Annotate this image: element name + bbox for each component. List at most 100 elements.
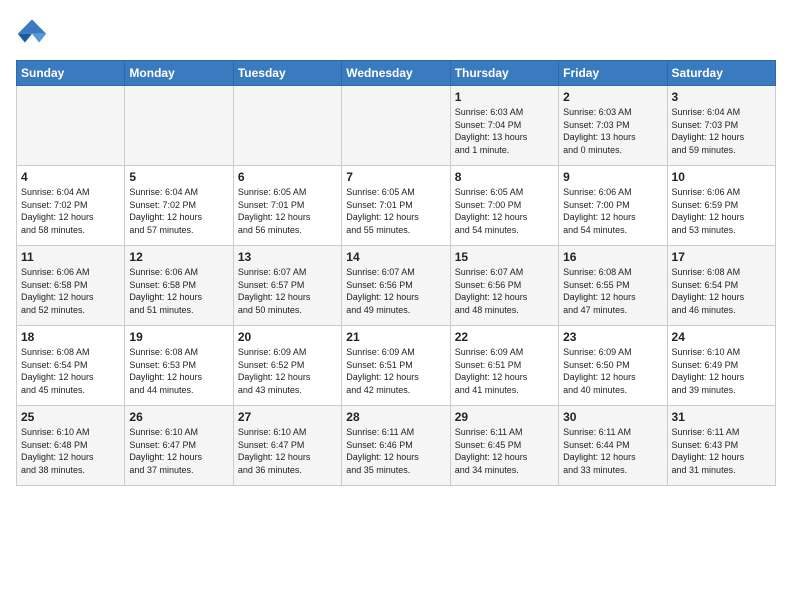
day-number: 24 <box>672 330 771 344</box>
calendar-cell: 6 Sunrise: 6:05 AM Sunset: 7:01 PM Daylig… <box>233 166 341 246</box>
day-info: Sunrise: 6:10 AM Sunset: 6:47 PM Dayligh… <box>238 426 337 476</box>
column-header-monday: Monday <box>125 61 233 86</box>
day-number: 9 <box>563 170 662 184</box>
day-number: 7 <box>346 170 445 184</box>
day-number: 13 <box>238 250 337 264</box>
day-info: Sunrise: 6:09 AM Sunset: 6:50 PM Dayligh… <box>563 346 662 396</box>
calendar-cell: 17Sunrise: 6:08 AM Sunset: 6:54 PM Dayli… <box>667 246 775 326</box>
day-info: Sunrise: 6:11 AM Sunset: 6:43 PM Dayligh… <box>672 426 771 476</box>
calendar-cell: 21 Sunrise: 6:09 AM Sunset: 6:51 PM Dayli… <box>342 326 450 406</box>
week-row-3: 11 Sunrise: 6:06 AM Sunset: 6:58 PM Dayli… <box>17 246 776 326</box>
calendar-cell <box>233 86 341 166</box>
logo-icon <box>16 16 48 48</box>
day-info: Sunrise: 6:05 AM Sunset: 7:01 PM Dayligh… <box>346 186 445 236</box>
day-number: 23 <box>563 330 662 344</box>
day-info: Sunrise: 6:06 AM Sunset: 6:58 PM Dayligh… <box>21 266 120 316</box>
week-row-2: 4 Sunrise: 6:04 AM Sunset: 7:02 PM Daylig… <box>17 166 776 246</box>
calendar-cell <box>125 86 233 166</box>
day-info: Sunrise: 6:07 AM Sunset: 6:56 PM Dayligh… <box>346 266 445 316</box>
day-number: 19 <box>129 330 228 344</box>
day-info: Sunrise: 6:10 AM Sunset: 6:49 PM Dayligh… <box>672 346 771 396</box>
calendar-cell: 23 Sunrise: 6:09 AM Sunset: 6:50 PM Dayli… <box>559 326 667 406</box>
day-number: 16 <box>563 250 662 264</box>
calendar-cell: 29 Sunrise: 6:11 AM Sunset: 6:45 PM Dayli… <box>450 406 558 486</box>
day-info: Sunrise: 6:04 AM Sunset: 7:02 PM Dayligh… <box>129 186 228 236</box>
week-row-4: 18Sunrise: 6:08 AM Sunset: 6:54 PM Dayli… <box>17 326 776 406</box>
day-info: Sunrise: 6:07 AM Sunset: 6:57 PM Dayligh… <box>238 266 337 316</box>
calendar-cell: 11 Sunrise: 6:06 AM Sunset: 6:58 PM Dayli… <box>17 246 125 326</box>
day-number: 15 <box>455 250 554 264</box>
day-number: 1 <box>455 90 554 104</box>
calendar-cell: 25Sunrise: 6:10 AM Sunset: 6:48 PM Dayli… <box>17 406 125 486</box>
day-info: Sunrise: 6:03 AM Sunset: 7:04 PM Dayligh… <box>455 106 554 156</box>
day-number: 20 <box>238 330 337 344</box>
day-info: Sunrise: 6:06 AM Sunset: 7:00 PM Dayligh… <box>563 186 662 236</box>
week-row-5: 25Sunrise: 6:10 AM Sunset: 6:48 PM Dayli… <box>17 406 776 486</box>
calendar-cell: 2Sunrise: 6:03 AM Sunset: 7:03 PM Daylig… <box>559 86 667 166</box>
day-number: 11 <box>21 250 120 264</box>
calendar-cell: 10 Sunrise: 6:06 AM Sunset: 6:59 PM Dayli… <box>667 166 775 246</box>
calendar-cell: 22 Sunrise: 6:09 AM Sunset: 6:51 PM Dayli… <box>450 326 558 406</box>
calendar-cell: 16Sunrise: 6:08 AM Sunset: 6:55 PM Dayli… <box>559 246 667 326</box>
calendar-cell: 3Sunrise: 6:04 AM Sunset: 7:03 PM Daylig… <box>667 86 775 166</box>
day-number: 26 <box>129 410 228 424</box>
calendar-cell: 27 Sunrise: 6:10 AM Sunset: 6:47 PM Dayli… <box>233 406 341 486</box>
day-number: 18 <box>21 330 120 344</box>
calendar-cell: 18Sunrise: 6:08 AM Sunset: 6:54 PM Dayli… <box>17 326 125 406</box>
day-info: Sunrise: 6:08 AM Sunset: 6:53 PM Dayligh… <box>129 346 228 396</box>
day-info: Sunrise: 6:04 AM Sunset: 7:02 PM Dayligh… <box>21 186 120 236</box>
calendar-cell: 19 Sunrise: 6:08 AM Sunset: 6:53 PM Dayli… <box>125 326 233 406</box>
day-number: 4 <box>21 170 120 184</box>
day-info: Sunrise: 6:11 AM Sunset: 6:45 PM Dayligh… <box>455 426 554 476</box>
calendar-cell: 20 Sunrise: 6:09 AM Sunset: 6:52 PM Dayli… <box>233 326 341 406</box>
day-number: 14 <box>346 250 445 264</box>
calendar-cell: 14 Sunrise: 6:07 AM Sunset: 6:56 PM Dayli… <box>342 246 450 326</box>
day-info: Sunrise: 6:08 AM Sunset: 6:54 PM Dayligh… <box>672 266 771 316</box>
day-number: 22 <box>455 330 554 344</box>
day-number: 10 <box>672 170 771 184</box>
column-header-friday: Friday <box>559 61 667 86</box>
day-info: Sunrise: 6:05 AM Sunset: 7:01 PM Dayligh… <box>238 186 337 236</box>
day-number: 27 <box>238 410 337 424</box>
calendar-cell: 31 Sunrise: 6:11 AM Sunset: 6:43 PM Dayli… <box>667 406 775 486</box>
calendar-cell <box>342 86 450 166</box>
day-number: 31 <box>672 410 771 424</box>
day-info: Sunrise: 6:11 AM Sunset: 6:44 PM Dayligh… <box>563 426 662 476</box>
day-number: 3 <box>672 90 771 104</box>
day-number: 21 <box>346 330 445 344</box>
day-info: Sunrise: 6:10 AM Sunset: 6:47 PM Dayligh… <box>129 426 228 476</box>
calendar-cell: 5 Sunrise: 6:04 AM Sunset: 7:02 PM Daylig… <box>125 166 233 246</box>
day-number: 12 <box>129 250 228 264</box>
day-number: 28 <box>346 410 445 424</box>
day-number: 6 <box>238 170 337 184</box>
day-number: 5 <box>129 170 228 184</box>
calendar-cell: 7 Sunrise: 6:05 AM Sunset: 7:01 PM Daylig… <box>342 166 450 246</box>
day-info: Sunrise: 6:05 AM Sunset: 7:00 PM Dayligh… <box>455 186 554 236</box>
calendar-cell: 1 Sunrise: 6:03 AM Sunset: 7:04 PM Daylig… <box>450 86 558 166</box>
day-number: 8 <box>455 170 554 184</box>
day-info: Sunrise: 6:09 AM Sunset: 6:51 PM Dayligh… <box>346 346 445 396</box>
day-info: Sunrise: 6:09 AM Sunset: 6:52 PM Dayligh… <box>238 346 337 396</box>
calendar-cell: 24 Sunrise: 6:10 AM Sunset: 6:49 PM Dayli… <box>667 326 775 406</box>
day-number: 25 <box>21 410 120 424</box>
day-info: Sunrise: 6:11 AM Sunset: 6:46 PM Dayligh… <box>346 426 445 476</box>
day-info: Sunrise: 6:06 AM Sunset: 6:58 PM Dayligh… <box>129 266 228 316</box>
day-info: Sunrise: 6:09 AM Sunset: 6:51 PM Dayligh… <box>455 346 554 396</box>
day-number: 30 <box>563 410 662 424</box>
column-header-saturday: Saturday <box>667 61 775 86</box>
calendar-cell: 13 Sunrise: 6:07 AM Sunset: 6:57 PM Dayli… <box>233 246 341 326</box>
day-number: 29 <box>455 410 554 424</box>
calendar-cell: 8 Sunrise: 6:05 AM Sunset: 7:00 PM Daylig… <box>450 166 558 246</box>
column-header-tuesday: Tuesday <box>233 61 341 86</box>
calendar-cell: 12 Sunrise: 6:06 AM Sunset: 6:58 PM Dayli… <box>125 246 233 326</box>
calendar-table: SundayMondayTuesdayWednesdayThursdayFrid… <box>16 60 776 486</box>
calendar-cell: 26 Sunrise: 6:10 AM Sunset: 6:47 PM Dayli… <box>125 406 233 486</box>
page-header <box>16 16 776 48</box>
calendar-cell: 9 Sunrise: 6:06 AM Sunset: 7:00 PM Daylig… <box>559 166 667 246</box>
day-info: Sunrise: 6:06 AM Sunset: 6:59 PM Dayligh… <box>672 186 771 236</box>
day-info: Sunrise: 6:03 AM Sunset: 7:03 PM Dayligh… <box>563 106 662 156</box>
column-header-thursday: Thursday <box>450 61 558 86</box>
calendar-cell <box>17 86 125 166</box>
logo <box>16 16 52 48</box>
week-row-1: 1 Sunrise: 6:03 AM Sunset: 7:04 PM Daylig… <box>17 86 776 166</box>
